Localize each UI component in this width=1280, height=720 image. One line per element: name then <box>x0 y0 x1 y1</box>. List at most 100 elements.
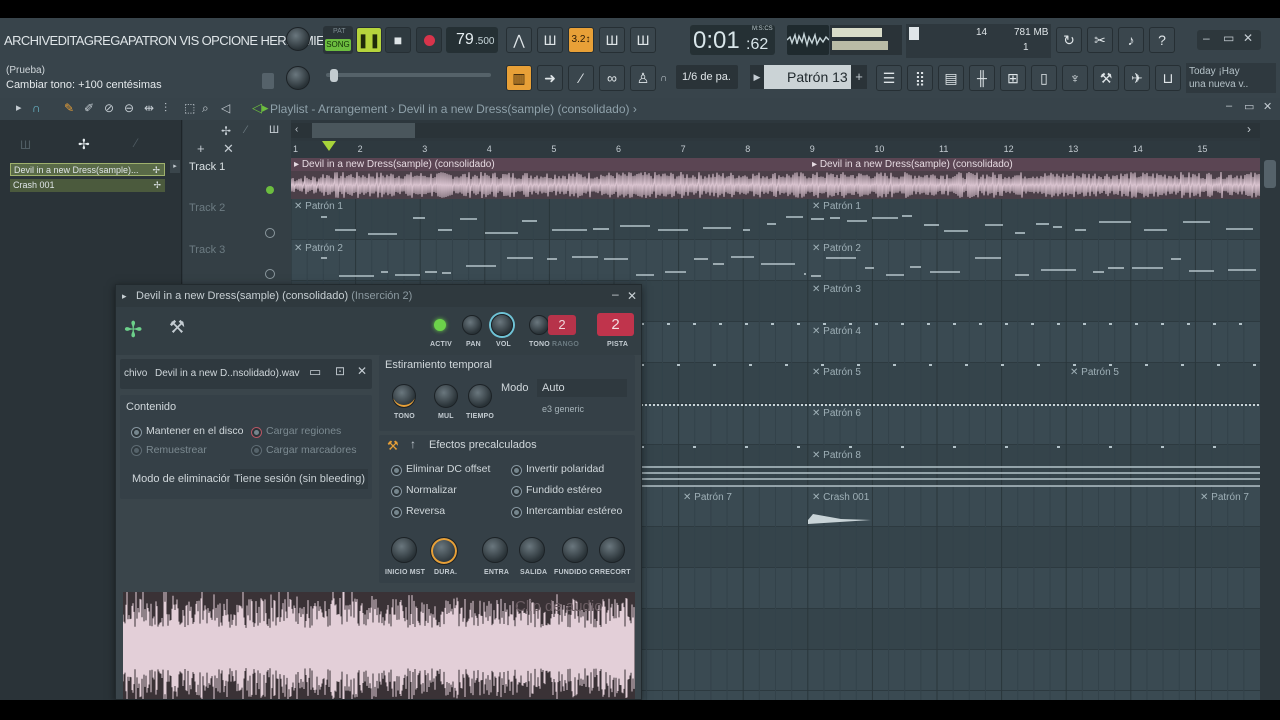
stretch-time-knob[interactable] <box>468 384 492 408</box>
active-led[interactable] <box>434 319 446 331</box>
load-regions-radio[interactable] <box>251 427 262 438</box>
pattern-prev-icon[interactable]: ▶ <box>750 65 764 89</box>
keep-disk-radio[interactable] <box>131 427 142 438</box>
resample-radio[interactable] <box>131 445 142 456</box>
channel-rack-icon[interactable]: ▤ <box>938 65 964 91</box>
magnet-icon[interactable]: ∩ <box>660 73 667 84</box>
stereo-fade-radio[interactable] <box>511 486 522 497</box>
slider-handle[interactable] <box>330 69 338 82</box>
pitch-knob[interactable] <box>529 315 549 335</box>
reverse-label[interactable]: Reversa <box>406 505 445 517</box>
ruler-bar-8[interactable]: 8 <box>745 144 750 154</box>
playlist-overview[interactable]: ‹ <box>291 123 1260 138</box>
reverse-radio[interactable] <box>391 507 402 518</box>
load-regions-label[interactable]: Cargar regiones <box>266 425 341 437</box>
picker-scroll-icon[interactable]: ▸ <box>170 160 180 173</box>
effects-up-icon[interactable]: ↑ <box>410 437 416 451</box>
countdown-icon[interactable]: 3.2↕ <box>568 27 594 53</box>
tempo-tap-icon[interactable]: ⚒ <box>1093 65 1119 91</box>
load-markers-label[interactable]: Cargar marcadores <box>266 444 356 456</box>
normalize-label[interactable]: Normalizar <box>406 484 457 496</box>
news-panel[interactable]: Today ¡Hay una nueva v.. <box>1186 63 1276 93</box>
slip-tool-icon[interactable]: ⇹ <box>144 101 154 115</box>
lock-icon[interactable] <box>262 73 274 89</box>
pause-icon[interactable]: ❚❚ <box>356 27 382 53</box>
ruler-bar-10[interactable]: 10 <box>874 144 884 154</box>
paint-tool-icon[interactable]: ⁄ <box>568 65 594 91</box>
stamp-icon[interactable]: ♙ <box>630 65 656 91</box>
clear-file-icon[interactable]: ✕ <box>357 364 367 378</box>
stretch-pitch-knob[interactable] <box>392 384 416 408</box>
normalize-radio[interactable] <box>391 486 402 497</box>
help-icon[interactable]: ? <box>1149 27 1175 53</box>
track-automation-icon[interactable]: ⁄ <box>245 124 247 136</box>
duration-knob[interactable] <box>430 537 458 565</box>
ruler-bar-14[interactable]: 14 <box>1133 144 1143 154</box>
time-ruler[interactable]: 1 2 3 4 5 6 7 8 9 10 11 12 13 14 15 <box>291 141 1260 158</box>
link-icon[interactable]: ∞ <box>599 65 625 91</box>
cart-icon[interactable]: ⊔ <box>1155 65 1181 91</box>
volume-knob[interactable] <box>491 314 513 336</box>
track-2-name[interactable]: Track 2 <box>189 202 225 214</box>
menu-patron[interactable]: PATRON <box>128 33 177 48</box>
invert-polarity-label[interactable]: Invertir polaridad <box>526 463 604 475</box>
playlist-menu-icon[interactable]: ▸ <box>16 101 22 114</box>
ruler-bar-11[interactable]: 11 <box>939 144 948 154</box>
track-3-name[interactable]: Track 3 <box>189 244 225 256</box>
wait-input-icon[interactable]: Ш <box>537 27 563 53</box>
ruler-bar-15[interactable]: 15 <box>1197 144 1207 154</box>
time-display[interactable]: 0:01 :62 M:S:CS <box>690 25 775 55</box>
ruler-bar-4[interactable]: 4 <box>487 144 492 154</box>
ruler-bar-9[interactable]: 9 <box>810 144 815 154</box>
pl-restore-icon[interactable]: ▭ <box>1244 100 1254 113</box>
metronome-icon[interactable]: ⋀ <box>506 27 532 53</box>
fade-in-knob[interactable] <box>482 537 508 563</box>
picker-automation-icon[interactable]: ⁄ <box>135 136 137 150</box>
picker-audio-icon[interactable]: ✢ <box>78 136 90 153</box>
plugin-icon[interactable]: ♆ <box>1062 65 1088 91</box>
stretch-mul-knob[interactable] <box>434 384 458 408</box>
load-markers-radio[interactable] <box>251 445 262 456</box>
ruler-bar-6[interactable]: 6 <box>616 144 621 154</box>
mixer-track-value[interactable]: 2 <box>597 313 634 336</box>
paint-tool2-icon[interactable]: ✐ <box>84 101 94 115</box>
dc-offset-radio[interactable] <box>391 465 402 476</box>
stop-icon[interactable]: ■ <box>385 27 411 53</box>
add-track-icon[interactable]: + <box>197 141 205 156</box>
browse-icon[interactable]: ⊡ <box>335 364 345 378</box>
swap-stereo-label[interactable]: Intercambiar estéreo <box>526 505 622 517</box>
master-pitch-slider[interactable] <box>326 73 491 77</box>
ruler-bar-7[interactable]: 7 <box>681 144 686 154</box>
picker-pattern-icon[interactable]: Ш <box>20 138 31 152</box>
trim-knob[interactable] <box>599 537 625 563</box>
magnet-snap-icon[interactable]: ∩ <box>32 101 41 115</box>
loop-record-icon[interactable]: Ш <box>630 27 656 53</box>
menu-opciones[interactable]: OPCIONE <box>202 33 258 48</box>
piano-keys-icon[interactable]: ▥ <box>506 65 532 91</box>
wrench-tab-icon[interactable]: ⚒ <box>169 317 185 338</box>
pan-knob[interactable] <box>462 315 482 335</box>
mute-tool-icon[interactable]: ⊖ <box>124 101 134 115</box>
crossfade-knob[interactable] <box>562 537 588 563</box>
fade-out-knob[interactable] <box>519 537 545 563</box>
tempo-display[interactable]: 79 .500 <box>446 27 498 53</box>
sample-tab-icon[interactable]: ✢ <box>124 317 142 343</box>
close-icon[interactable]: ✕ <box>1243 31 1253 45</box>
pat-song-switch[interactable]: PAT SONG <box>323 26 353 54</box>
channel-settings-title[interactable]: ▸ Devil in a new Dress(sample) (consolid… <box>116 285 641 307</box>
master-pitch-knob[interactable] <box>286 66 310 90</box>
microphone-icon[interactable]: ♪ <box>1118 27 1144 53</box>
scroll-thumb[interactable] <box>1264 160 1276 188</box>
stereo-fade-label[interactable]: Fundido estéreo <box>526 484 602 496</box>
pl-minimize-icon[interactable]: – <box>1226 100 1232 112</box>
overview-viewport[interactable] <box>312 123 415 138</box>
track-1-mute-led[interactable] <box>266 186 274 194</box>
range-value[interactable]: 2 <box>548 315 576 335</box>
pattern-selector[interactable]: Patrón 13 <box>764 65 851 89</box>
track-3-mute-led[interactable] <box>265 269 275 279</box>
step-edit-icon[interactable]: Ш <box>599 27 625 53</box>
add-pattern-button[interactable]: + <box>851 65 867 89</box>
record-button[interactable] <box>416 27 442 53</box>
picker-item-crash[interactable]: Crash 001 ✢ <box>10 179 165 192</box>
scroll-right-icon[interactable]: › <box>1247 122 1251 136</box>
